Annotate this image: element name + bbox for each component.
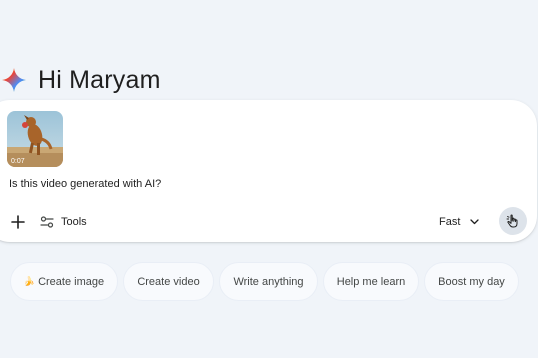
greeting: Hi Maryam	[2, 62, 161, 98]
chip-label: Help me learn	[336, 275, 406, 288]
suggestion-chips: 🍌 Create image Create video Write anythi…	[10, 262, 524, 301]
chip-label: Create video	[137, 275, 200, 288]
send-button[interactable]	[499, 207, 527, 235]
banana-icon: 🍌	[23, 276, 36, 286]
tools-button[interactable]: Tools	[40, 212, 87, 232]
add-attachment-button[interactable]	[8, 212, 28, 232]
mode-label: Fast	[439, 216, 461, 228]
plus-icon	[11, 215, 25, 229]
sliders-icon	[40, 216, 54, 228]
pointer-icon	[506, 214, 518, 228]
chip-help-me-learn[interactable]: Help me learn	[323, 262, 419, 301]
chip-boost-my-day[interactable]: Boost my day	[424, 262, 519, 301]
video-duration: 0:07	[11, 158, 25, 165]
gemini-spark-icon	[2, 68, 26, 92]
chip-create-video[interactable]: Create video	[123, 262, 214, 301]
prompt-text[interactable]: Is this video generated with AI?	[9, 178, 161, 190]
mode-selector[interactable]: Fast	[439, 212, 480, 232]
tools-label: Tools	[61, 216, 87, 228]
chip-label: Boost my day	[438, 275, 505, 288]
composer-toolbar: Tools Fast	[0, 207, 537, 235]
chip-write-anything[interactable]: Write anything	[219, 262, 318, 301]
chevron-down-icon	[470, 219, 480, 225]
chip-label: Create image	[38, 275, 105, 288]
prompt-composer: 0:07 Is this video generated with AI? To…	[0, 100, 537, 242]
chip-label: Write anything	[233, 275, 304, 288]
video-attachment-thumbnail[interactable]: 0:07	[7, 111, 63, 167]
chip-create-image[interactable]: 🍌 Create image	[10, 262, 118, 301]
greeting-title: Hi Maryam	[38, 65, 161, 94]
